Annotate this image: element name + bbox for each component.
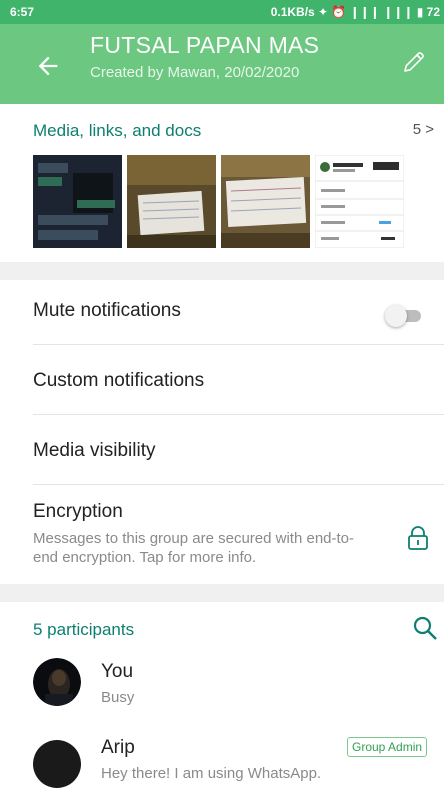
- edit-pencil-icon[interactable]: [402, 50, 426, 74]
- participant-status: Hey there! I am using WhatsApp.: [101, 765, 322, 782]
- avatar: [33, 658, 81, 706]
- custom-notifications-item[interactable]: Custom notifications: [33, 370, 204, 392]
- avatar: [33, 740, 81, 788]
- group-title[interactable]: FUTSAL PAPAN MAS: [90, 32, 319, 59]
- group-admin-badge: Group Admin: [347, 737, 428, 757]
- toggle-knob: [385, 305, 407, 327]
- participant-status: Busy: [101, 689, 135, 706]
- status-time: 6:57: [10, 5, 35, 19]
- search-icon[interactable]: [412, 615, 438, 641]
- mute-notifications-label[interactable]: Mute notifications: [33, 300, 181, 322]
- participants-count-title: 5 participants: [33, 620, 135, 639]
- divider: [33, 414, 444, 415]
- mute-notifications-toggle[interactable]: [385, 305, 425, 327]
- media-visibility-item[interactable]: Media visibility: [33, 440, 155, 462]
- lock-icon: [408, 526, 428, 550]
- section-separator: [0, 262, 444, 280]
- status-bar: 6:57 0.1KB/s ✦ ⏰ ❙❙❙ ❙❙❙ ▮ 72: [0, 0, 444, 24]
- media-thumbnail[interactable]: [315, 155, 404, 248]
- divider: [33, 344, 444, 345]
- media-thumbnail[interactable]: [127, 155, 216, 248]
- encryption-description: Messages to this group are secured with …: [33, 530, 354, 566]
- media-thumbnail[interactable]: [221, 155, 310, 248]
- section-separator: [0, 584, 444, 602]
- media-count-link[interactable]: 5 >: [413, 121, 434, 138]
- participant-name: You: [101, 661, 134, 682]
- media-section-title[interactable]: Media, links, and docs: [33, 121, 201, 141]
- back-arrow-icon[interactable]: [34, 52, 62, 80]
- divider: [33, 484, 444, 485]
- status-icons: 0.1KB/s ✦ ⏰ ❙❙❙ ❙❙❙ ▮ 72: [270, 5, 440, 19]
- media-thumbnail[interactable]: [33, 155, 122, 248]
- media-thumbnails: [33, 155, 433, 248]
- encryption-title[interactable]: Encryption: [33, 501, 123, 523]
- group-subtitle: Created by Mawan, 20/02/2020: [90, 64, 300, 81]
- app-bar: FUTSAL PAPAN MAS Created by Mawan, 20/02…: [0, 24, 444, 104]
- participant-name: Arip: [101, 737, 135, 758]
